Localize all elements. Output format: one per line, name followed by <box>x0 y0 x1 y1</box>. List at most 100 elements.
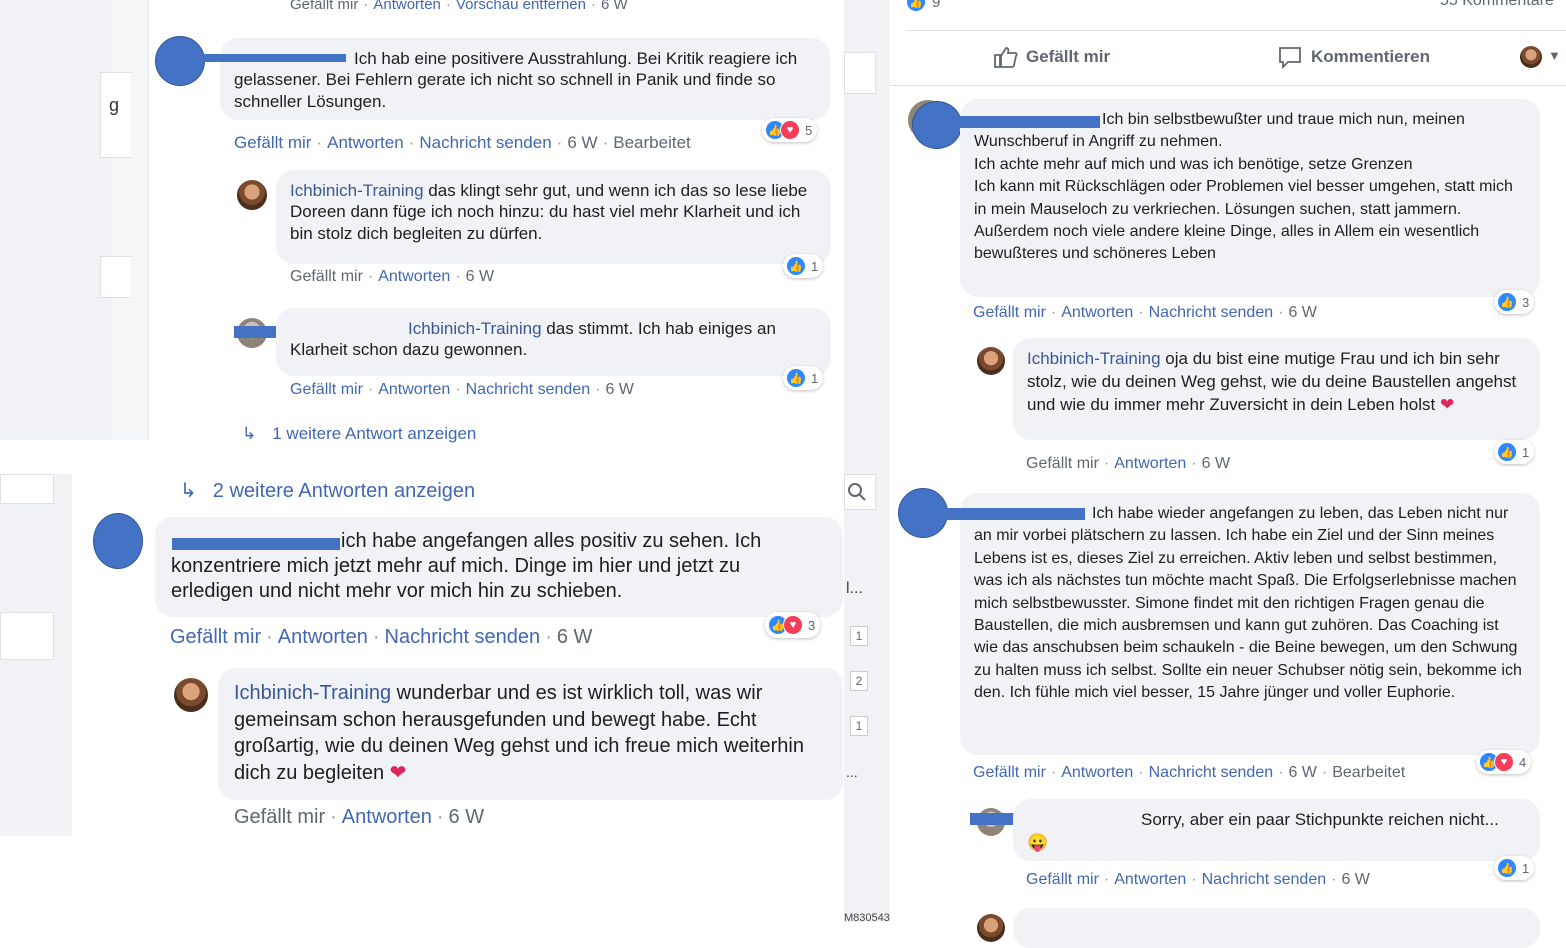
send-message-link[interactable]: Nachricht senden <box>1149 304 1274 321</box>
send-message-link[interactable]: Nachricht senden <box>466 381 591 398</box>
reply-link[interactable]: Antworten <box>1114 455 1186 472</box>
reply-link[interactable]: Antworten <box>327 133 404 152</box>
reply-arrow-icon: ↳ <box>242 424 257 443</box>
comment-actions: Gefällt mir · Antworten · Nachricht senden · 6… <box>170 626 593 648</box>
avatar[interactable] <box>977 347 1005 375</box>
left-gutter <box>0 0 112 440</box>
reply-link[interactable]: Antworten <box>1061 764 1133 781</box>
reactions[interactable]: 👍 1 <box>1494 440 1535 464</box>
like-link[interactable]: Gefällt mir <box>234 806 325 828</box>
reaction-count: 5 <box>805 122 813 138</box>
reply-link[interactable]: Antworten <box>1114 871 1186 888</box>
timestamp: 6 W <box>556 626 593 648</box>
like-link[interactable]: Gefällt mir <box>170 626 261 648</box>
avatar[interactable] <box>237 180 267 210</box>
reply-actions: Gefällt mir · Antworten · 6 W <box>234 806 485 828</box>
send-message-link[interactable]: Nachricht senden <box>419 133 551 152</box>
page-1[interactable]: 1 <box>850 626 868 646</box>
reply-bubble-cropped <box>1013 908 1540 948</box>
reactions[interactable]: 👍 1 <box>783 254 824 278</box>
reply-link[interactable]: Antworten <box>342 806 432 828</box>
comments-count[interactable]: 55 Kommentare <box>1440 0 1554 10</box>
author-name[interactable]: Ichbinich-Training <box>290 181 424 200</box>
like-link[interactable]: Gefällt mir <box>234 133 311 152</box>
reply-link[interactable]: Antworten <box>278 626 368 648</box>
author-name[interactable]: Ichbinich-Training <box>234 682 391 704</box>
top-comment-actions: Gefällt mir · Antworten · Vorschau entfernen… <box>290 0 628 13</box>
reactions[interactable]: 👍 3 <box>1494 290 1535 314</box>
comment-line: Ich achte mehr auf mich und was ich benö… <box>974 155 1413 173</box>
middle-ellipsis-2: ... <box>846 764 858 780</box>
like-link[interactable]: Gefällt mir <box>973 304 1046 321</box>
like-link[interactable]: Gefällt mir <box>290 0 358 13</box>
like-icon: 👍 <box>1497 442 1517 462</box>
reply-link[interactable]: Antworten <box>378 268 450 285</box>
reaction-count: 3 <box>808 617 816 633</box>
reactions[interactable]: 👍 ♥ 5 <box>762 118 818 142</box>
reactions[interactable]: 👍 ♥ 3 <box>765 612 821 638</box>
reactions[interactable]: 👍 1 <box>783 366 824 390</box>
love-icon: ♥ <box>1494 752 1514 772</box>
reactions[interactable]: 👍 1 <box>1494 856 1535 880</box>
redaction-bar <box>172 538 340 550</box>
redaction-bar <box>945 508 1085 520</box>
mention[interactable]: Ichbinich-Training <box>408 319 542 338</box>
like-link[interactable]: Gefällt mir <box>1026 455 1099 472</box>
reply-text: Sorry, aber ein paar Stichpunkte reichen… <box>1141 810 1499 829</box>
reply-arrow-icon: ↳ <box>180 480 197 502</box>
more-replies-link[interactable]: ↳ 1 weitere Antwort anzeigen <box>242 424 476 444</box>
remove-preview-link[interactable]: Vorschau entfernen <box>456 0 586 13</box>
like-link[interactable]: Gefällt mir <box>290 381 363 398</box>
middle-box <box>844 52 876 94</box>
avatar-redacted[interactable] <box>93 513 143 569</box>
heart-icon: ❤ <box>1439 394 1455 414</box>
middle-search[interactable] <box>844 474 876 510</box>
comment-actions: Gefällt mir · Antworten · Nachricht senden · 6… <box>234 133 691 152</box>
like-summary[interactable]: 👍 9 <box>906 0 940 12</box>
more-replies-label: 2 weitere Antworten anzeigen <box>212 480 476 502</box>
like-link[interactable]: Gefällt mir <box>290 268 363 285</box>
middle-ellipsis: l... <box>846 580 863 597</box>
send-message-link[interactable]: Nachricht senden <box>385 626 541 648</box>
avatar-redacted[interactable] <box>898 488 948 538</box>
like-link[interactable]: Gefällt mir <box>1026 871 1099 888</box>
avatar-selector[interactable] <box>1520 46 1542 68</box>
timestamp: 6 W <box>465 268 495 285</box>
timestamp: 6 W <box>1288 304 1317 321</box>
like-icon: 👍 <box>786 368 806 388</box>
chevron-down-icon[interactable]: ▼ <box>1548 48 1561 63</box>
comment-line: Ich kann mit Rückschlägen oder Problemen… <box>974 178 1513 218</box>
side-card-2 <box>100 256 131 298</box>
avatar[interactable] <box>977 914 1005 942</box>
avatar-redacted[interactable] <box>155 36 205 86</box>
edited-label: Bearbeitet <box>613 133 691 152</box>
reaction-count: 1 <box>1522 444 1530 460</box>
send-message-link[interactable]: Nachricht senden <box>1202 871 1327 888</box>
heart-icon: ❤ <box>389 761 407 784</box>
reply-link[interactable]: Antworten <box>378 381 450 398</box>
timestamp: 6 W <box>1201 455 1231 472</box>
send-message-link[interactable]: Nachricht senden <box>1149 764 1274 781</box>
reaction-count: 1 <box>811 258 819 274</box>
avatar[interactable] <box>174 678 208 712</box>
reactions[interactable]: 👍 ♥ 4 <box>1476 750 1532 774</box>
comment-text: Ich habe wieder angefangen zu leben, das… <box>974 505 1522 702</box>
more-replies-link[interactable]: ↳ 2 weitere Antworten anzeigen <box>180 478 475 503</box>
side-card: g <box>100 72 131 158</box>
divider <box>906 30 1566 31</box>
comment-button[interactable]: Kommentieren <box>1277 44 1430 70</box>
like-icon: 👍 <box>1497 858 1517 878</box>
comment-actions: Gefällt mir · Antworten · Nachricht senden · 6… <box>973 764 1406 781</box>
reaction-count: 4 <box>1519 754 1527 770</box>
page-3[interactable]: 1 <box>850 716 868 736</box>
reply-link[interactable]: Antworten <box>373 0 441 13</box>
timestamp: 6 W <box>1341 871 1370 888</box>
like-link[interactable]: Gefällt mir <box>973 764 1046 781</box>
page-2[interactable]: 2 <box>850 671 868 691</box>
like-button[interactable]: Gefällt mir <box>992 44 1110 70</box>
reply-link[interactable]: Antworten <box>1061 304 1133 321</box>
like-label: Gefällt mir <box>1026 47 1111 66</box>
comment-icon <box>1279 47 1301 70</box>
sidebar-letter: g <box>109 95 120 115</box>
author-name[interactable]: Ichbinich-Training <box>1027 349 1161 368</box>
